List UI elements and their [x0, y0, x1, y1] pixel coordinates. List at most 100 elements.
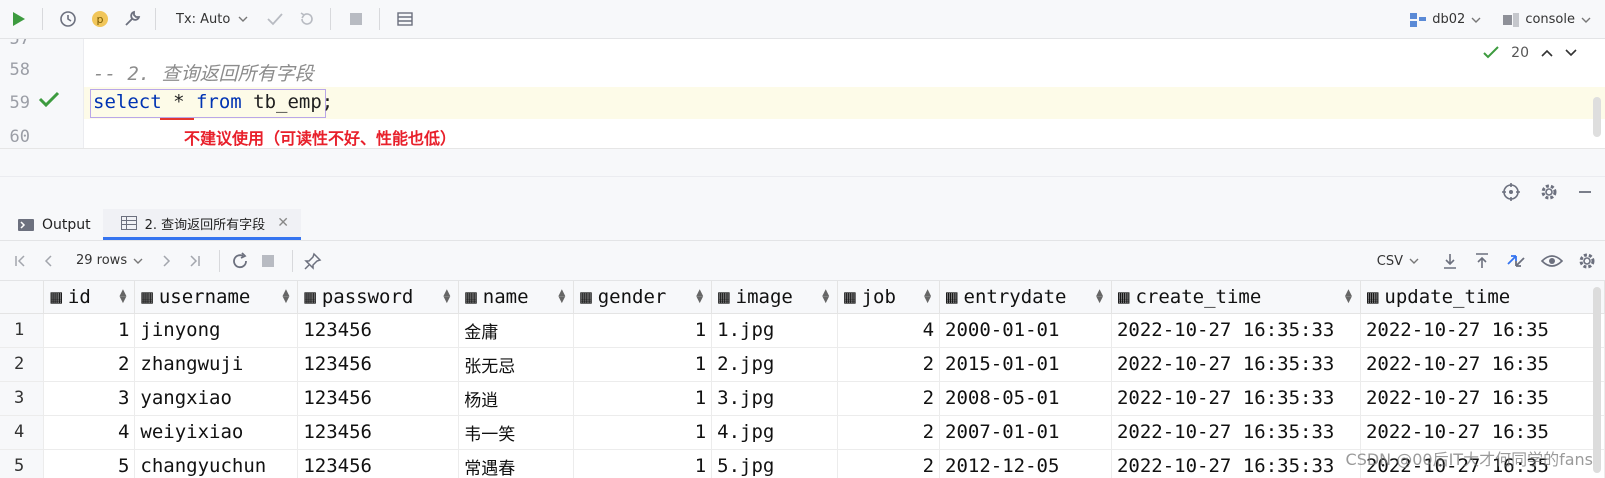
sort-icon[interactable]: ▲ ▼: [282, 289, 289, 305]
cell-create-time[interactable]: 2022-10-27 16:35:33: [1111, 381, 1361, 416]
cell-job[interactable]: 2: [837, 449, 941, 478]
transaction-mode-select[interactable]: Tx: Auto: [176, 12, 248, 27]
rows-count-select[interactable]: 29 rows: [76, 253, 143, 268]
profile-icon[interactable]: p: [87, 6, 113, 32]
sort-icon[interactable]: ▲ ▼: [119, 289, 126, 305]
grid-scrollbar[interactable]: [1593, 287, 1601, 473]
cell-job[interactable]: 2: [837, 381, 941, 416]
column-header-entrydate[interactable]: ▦ entrydate ▲ ▼: [939, 281, 1112, 314]
chevron-up-icon[interactable]: [1541, 49, 1553, 57]
cell-image[interactable]: 2.jpg: [711, 347, 839, 382]
cell-update-time[interactable]: 2022-10-27 16:35: [1360, 347, 1605, 382]
cell-create-time[interactable]: 2022-10-27 16:35:33: [1111, 415, 1361, 450]
inspections-widget[interactable]: 20: [1483, 45, 1577, 61]
cell-entrydate[interactable]: 2015-01-01: [939, 347, 1112, 382]
cell-update-time[interactable]: 2022-10-27 16:35: [1360, 415, 1605, 450]
cell-gender[interactable]: 1: [573, 381, 713, 416]
cell-username[interactable]: yangxiao: [134, 381, 299, 416]
console-select[interactable]: console: [1503, 12, 1591, 27]
chevron-down-icon[interactable]: [1565, 49, 1577, 57]
cell-update-time[interactable]: 2022-10-27 16:35: [1360, 381, 1605, 416]
table-row[interactable]: 1 1 jinyong 123456 金庸 1 1.jpg 4 2000-01-…: [0, 313, 1605, 348]
history-icon[interactable]: [55, 6, 81, 32]
first-page-icon[interactable]: [6, 248, 34, 274]
cell-job[interactable]: 2: [837, 415, 941, 450]
cell-image[interactable]: 3.jpg: [711, 381, 839, 416]
cell-image[interactable]: 4.jpg: [711, 415, 839, 450]
cell-entrydate[interactable]: 2000-01-01: [939, 313, 1112, 348]
cell-password[interactable]: 123456: [297, 449, 460, 478]
column-header-create-time[interactable]: ▦ create_time ▲ ▼: [1111, 281, 1361, 314]
commit-icon[interactable]: [262, 6, 288, 32]
column-header-gender[interactable]: ▦ gender ▲ ▼: [573, 281, 713, 314]
cell-id[interactable]: 1: [43, 313, 136, 348]
sort-icon[interactable]: ▲ ▼: [1345, 289, 1352, 305]
sort-icon[interactable]: ▲ ▼: [822, 289, 829, 305]
cell-create-time[interactable]: 2022-10-27 16:35:33: [1111, 449, 1361, 478]
column-header-password[interactable]: ▦ password ▲ ▼: [297, 281, 460, 314]
eye-icon[interactable]: [1541, 253, 1563, 269]
sort-icon[interactable]: ▲ ▼: [1096, 289, 1103, 305]
previous-page-icon[interactable]: [34, 248, 62, 274]
cell-job[interactable]: 2: [837, 347, 941, 382]
cell-image[interactable]: 1.jpg: [711, 313, 839, 348]
sort-icon[interactable]: ▲ ▼: [924, 289, 931, 305]
refresh-icon[interactable]: [226, 248, 254, 274]
cell-username[interactable]: zhangwuji: [134, 347, 299, 382]
column-header-update-time[interactable]: ▦ update_time: [1360, 281, 1605, 314]
table-row[interactable]: 4 4 weiyixiao 123456 韦一笑 1 4.jpg 2 2007-…: [0, 415, 1605, 450]
gear-icon[interactable]: [1539, 182, 1559, 202]
table-row[interactable]: 3 3 yangxiao 123456 杨逍 1 3.jpg 2 2008-05…: [0, 381, 1605, 416]
run-icon[interactable]: [6, 6, 32, 32]
cell-name[interactable]: 张无忌: [458, 347, 575, 382]
editor-scrollbar[interactable]: [1593, 97, 1601, 137]
cell-name[interactable]: 杨逍: [458, 381, 575, 416]
cell-id[interactable]: 5: [43, 449, 136, 478]
pin-icon[interactable]: [299, 248, 327, 274]
sort-icon[interactable]: ▲ ▼: [696, 289, 703, 305]
cell-name[interactable]: 韦一笑: [458, 415, 575, 450]
last-page-icon[interactable]: [181, 248, 209, 274]
download-icon[interactable]: [1441, 252, 1459, 270]
upload-icon[interactable]: [1473, 252, 1491, 270]
column-header-username[interactable]: ▦ username ▲ ▼: [134, 281, 299, 314]
sql-statement-line[interactable]: select * from tb_emp;: [93, 91, 333, 113]
cell-update-time[interactable]: 2022-10-27 16:35: [1360, 313, 1605, 348]
cell-gender[interactable]: 1: [573, 449, 713, 478]
cell-name[interactable]: 常遇春: [458, 449, 575, 478]
cell-create-time[interactable]: 2022-10-27 16:35:33: [1111, 347, 1361, 382]
table-view-icon[interactable]: [392, 6, 418, 32]
stop-icon[interactable]: [254, 248, 282, 274]
cell-create-time[interactable]: 2022-10-27 16:35:33: [1111, 313, 1361, 348]
cell-image[interactable]: 5.jpg: [711, 449, 839, 478]
sort-icon[interactable]: ▲ ▼: [443, 289, 450, 305]
cell-username[interactable]: changyuchun: [134, 449, 299, 478]
cell-password[interactable]: 123456: [297, 313, 460, 348]
cell-password[interactable]: 123456: [297, 347, 460, 382]
column-header-job[interactable]: ▦ job ▲ ▼: [837, 281, 941, 314]
cell-username[interactable]: jinyong: [134, 313, 299, 348]
table-row[interactable]: 2 2 zhangwuji 123456 张无忌 1 2.jpg 2 2015-…: [0, 347, 1605, 382]
next-page-icon[interactable]: [153, 248, 181, 274]
cell-name[interactable]: 金庸: [458, 313, 575, 348]
sql-editor[interactable]: 57 58 59 60 -- 2. 查询返回所有字段 select * from…: [0, 39, 1605, 149]
stop-icon[interactable]: [343, 6, 369, 32]
cell-id[interactable]: 4: [43, 415, 136, 450]
sort-icon[interactable]: ▲ ▼: [558, 289, 565, 305]
cell-password[interactable]: 123456: [297, 381, 460, 416]
tab-result[interactable]: 2. 查询返回所有字段 ✕: [102, 209, 301, 240]
cell-id[interactable]: 3: [43, 381, 136, 416]
cell-id[interactable]: 2: [43, 347, 136, 382]
column-header-image[interactable]: ▦ image ▲ ▼: [711, 281, 839, 314]
gear-icon[interactable]: [1577, 251, 1597, 271]
cell-username[interactable]: weiyixiao: [134, 415, 299, 450]
wrench-icon[interactable]: [119, 6, 145, 32]
cell-gender[interactable]: 1: [573, 415, 713, 450]
rollback-icon[interactable]: [294, 6, 320, 32]
cell-password[interactable]: 123456: [297, 415, 460, 450]
cell-entrydate[interactable]: 2008-05-01: [939, 381, 1112, 416]
export-format-select[interactable]: CSV: [1377, 254, 1419, 269]
minimize-icon[interactable]: [1577, 182, 1593, 202]
datasource-select[interactable]: db02: [1410, 12, 1481, 27]
tab-output[interactable]: Output: [0, 209, 103, 240]
